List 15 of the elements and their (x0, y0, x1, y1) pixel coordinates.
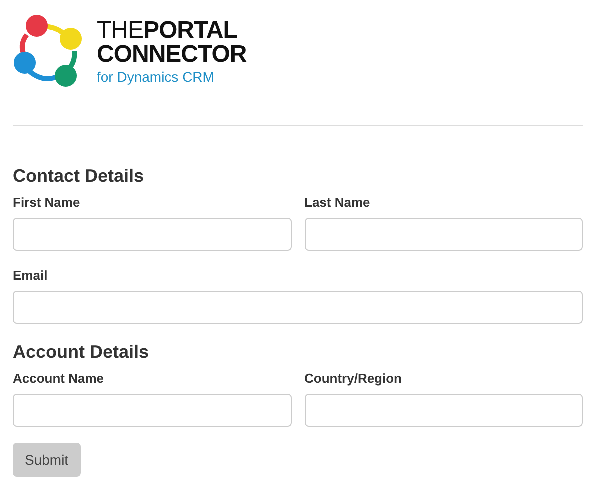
logo-text: THEPORTAL (97, 18, 238, 42)
input-field[interactable] (13, 291, 583, 324)
logo-tagline: for Dynamics CRM (97, 70, 216, 84)
input-field[interactable] (13, 218, 292, 251)
section-heading: Account Details (13, 342, 150, 362)
input-field[interactable] (13, 394, 292, 427)
field-label: First Name (13, 196, 82, 210)
logo-text: CONNECTOR (97, 42, 247, 66)
input-field[interactable] (304, 394, 583, 427)
field-label: Email (13, 269, 49, 283)
field-label: Last Name (304, 196, 372, 210)
field-label: Country/Region (304, 372, 403, 386)
field-label: Account Name (13, 372, 106, 386)
section-heading: Contact Details (13, 166, 146, 186)
input-field[interactable] (304, 218, 583, 251)
